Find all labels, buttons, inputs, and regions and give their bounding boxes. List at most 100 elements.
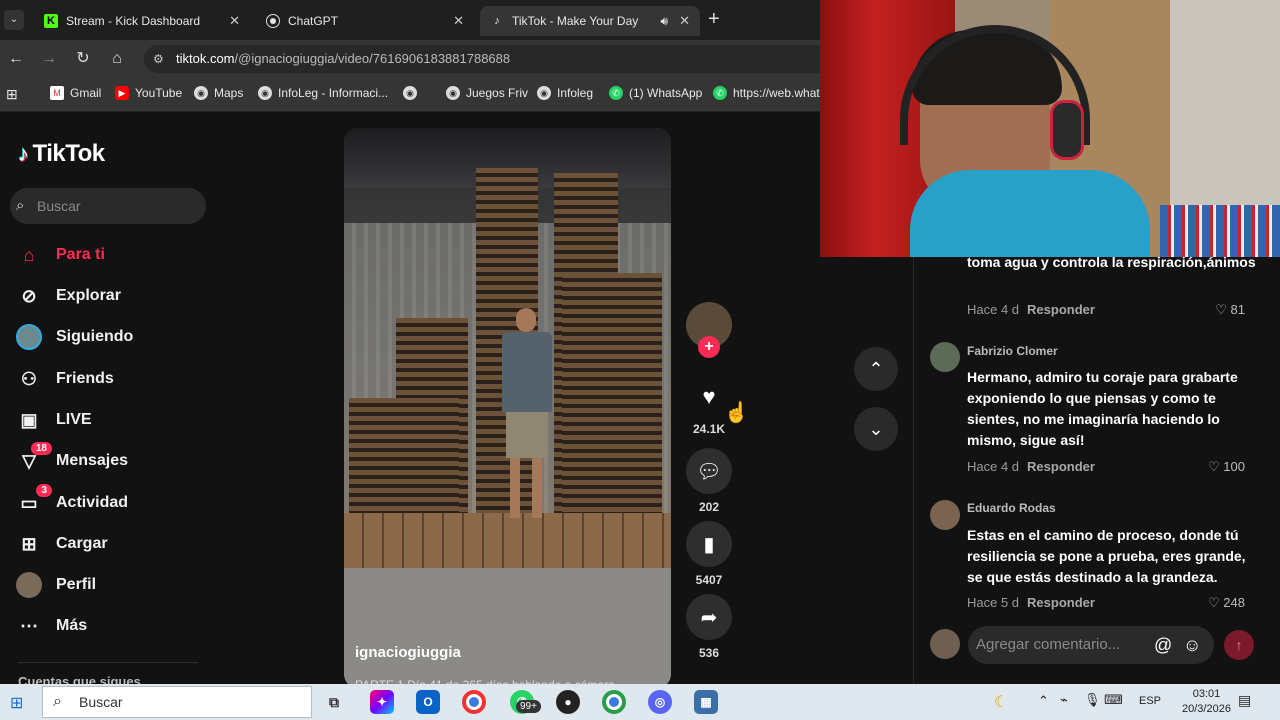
nav-cargar[interactable]: ⊞ Cargar (16, 529, 107, 559)
nav-friends[interactable]: ⚇ Friends (16, 364, 114, 394)
comment-icon[interactable]: 💬︎ (686, 448, 732, 494)
notification-icon[interactable]: ▤ (1238, 692, 1251, 709)
comment-likes[interactable]: ♡ 81 (1215, 302, 1245, 318)
follow-plus-icon[interactable]: + (698, 336, 720, 358)
nav-perfil[interactable]: Perfil (16, 570, 96, 600)
speaker-icon[interactable]: 🔊︎ (660, 14, 668, 29)
video-player[interactable]: ignaciogiuggia PARTE 1 Día 41 de 365 día… (344, 128, 671, 688)
app-icon[interactable]: ▦ (694, 690, 718, 714)
nav-siguiendo[interactable]: Siguiendo (16, 322, 133, 352)
share-icon[interactable]: ➦ (686, 594, 732, 640)
close-tab-icon[interactable]: ✕ (453, 13, 464, 29)
reply-button[interactable]: Responder (1027, 302, 1095, 317)
bookmark-whatsapp-web[interactable]: ✆ https://web.whats (713, 86, 826, 100)
home-icon: ⌂ (23, 244, 35, 265)
task-view-icon[interactable]: ⧉ (322, 690, 346, 714)
apps-grid-icon[interactable]: ⊞ (6, 86, 18, 103)
network-icon[interactable]: ⌁ (1060, 692, 1068, 708)
profile-avatar-icon (16, 572, 42, 598)
whatsapp-icon: ✆ (713, 86, 727, 100)
comment-input[interactable]: Agregar comentario... @ ☺ (968, 626, 1214, 664)
close-tab-icon[interactable]: ✕ (679, 13, 690, 29)
tiktok-logo[interactable]: ♪ TikTok (18, 140, 105, 168)
url-field[interactable]: ⚙ tiktok.com/@ignaciogiuggia/video/76169… (144, 45, 844, 73)
comment-meta: Hace 4 d Responder (967, 459, 1095, 474)
post-comment-button[interactable]: ↑ (1224, 630, 1254, 660)
heart-outline-icon: ♡ (1208, 459, 1220, 474)
outlook-icon[interactable]: O (416, 690, 440, 714)
streamer-shirt (910, 170, 1150, 257)
close-tab-icon[interactable]: ✕ (229, 13, 240, 29)
nav-actividad[interactable]: ▭ 3 Actividad (16, 484, 128, 518)
copilot-icon[interactable]: ✦ (370, 690, 394, 714)
nav-explorar[interactable]: ⊘ Explorar (16, 281, 120, 311)
back-icon[interactable]: ← (5, 48, 27, 70)
bookmark-gmail[interactable]: M Gmail (50, 86, 101, 100)
tab-chatgpt[interactable]: ✺ ChatGPT ✕ (256, 6, 474, 36)
kick-icon: K (44, 14, 58, 28)
gravel-ground (344, 568, 671, 688)
tiktok-icon: ♪ (494, 15, 500, 27)
bookmark-whatsapp[interactable]: ✆ (1) WhatsApp (609, 86, 702, 100)
emoji-icon[interactable]: ☺ (1183, 626, 1201, 664)
bookmark-infoleg-2[interactable]: ◉ Infoleg (537, 86, 593, 100)
previous-video-button[interactable]: ⌃ (854, 347, 898, 391)
discord-icon[interactable]: ◎ (648, 690, 672, 714)
language-indicator[interactable]: ESP (1139, 695, 1161, 707)
reply-button[interactable]: Responder (1027, 459, 1095, 474)
site-info-icon[interactable]: ⚙ (153, 45, 164, 73)
save-action[interactable]: ▮ 5407 (686, 521, 732, 587)
comment-likes[interactable]: ♡ 248 (1208, 595, 1245, 611)
mention-icon[interactable]: @ (1154, 626, 1172, 664)
home-icon[interactable]: ⌂ (106, 48, 128, 70)
chrome-icon[interactable] (462, 690, 486, 714)
microphone-icon[interactable]: 🎙︎ (1084, 692, 1101, 708)
tab-list-button[interactable]: ⌄ (4, 10, 24, 30)
bookmark-maps[interactable]: ◉ Maps (194, 86, 243, 100)
reply-button[interactable]: Responder (1027, 595, 1095, 610)
windows-start-icon[interactable]: ⊞ (10, 693, 23, 713)
nav-live[interactable]: ▣ LIVE (16, 405, 91, 435)
share-action[interactable]: ➦ 536 (686, 594, 732, 660)
keyboard-icon[interactable]: ⌨ (1104, 692, 1123, 708)
divider (18, 662, 198, 663)
new-tab-button[interactable]: + (708, 8, 720, 31)
chrome-profile-icon[interactable] (602, 690, 626, 714)
system-clock[interactable]: 03:01 20/3/2026 (1182, 687, 1231, 717)
nav-para-ti[interactable]: ⌂ Para ti (16, 240, 105, 270)
pallet-stack (562, 273, 662, 513)
messages-icon: ▽ 18 (16, 442, 52, 474)
commenter-avatar[interactable] (930, 500, 960, 530)
tray-chevron-icon[interactable]: ⌃ (1038, 693, 1049, 709)
search-input[interactable]: ⌕ Buscar (10, 188, 206, 224)
obs-icon[interactable]: ● (556, 690, 580, 714)
search-icon: ⌕ (16, 197, 25, 214)
commenter-name[interactable]: Fabrizio Clomer (967, 344, 1058, 358)
forward-icon[interactable]: → (38, 48, 60, 70)
video-username[interactable]: ignaciogiuggia (355, 644, 461, 661)
weather-moon-icon[interactable]: ☾ (994, 692, 1008, 712)
nav-mas[interactable]: ⋯ Más (16, 611, 87, 641)
comment-action[interactable]: 💬︎ 202 (686, 448, 732, 514)
next-video-button[interactable]: ⌄ (854, 407, 898, 451)
commenter-name[interactable]: Eduardo Rodas (967, 501, 1056, 515)
tab-tiktok[interactable]: ♪ TikTok - Make Your Day 🔊︎ ✕ (480, 6, 700, 36)
bookmark-globe[interactable]: ◉ (403, 86, 423, 100)
tab-kick[interactable]: K Stream - Kick Dashboard ✕ (34, 6, 250, 36)
my-avatar (930, 629, 960, 659)
reload-icon[interactable]: ↻ (72, 48, 94, 70)
comment-likes[interactable]: ♡ 100 (1208, 459, 1245, 475)
friends-icon: ⚇ (20, 368, 38, 389)
creator-avatar-action[interactable]: + (686, 302, 732, 358)
nav-mensajes[interactable]: ▽ 18 Mensajes (16, 442, 128, 476)
bookmark-juegos-friv[interactable]: ◉ Juegos Friv (446, 86, 528, 100)
commenter-avatar[interactable] (930, 342, 960, 372)
bookmark-infoleg[interactable]: ◉ InfoLeg - Informaci... (258, 86, 388, 100)
bookmark-youtube[interactable]: ▶ YouTube (115, 86, 182, 100)
globe-icon: ◉ (194, 86, 208, 100)
comment-count: 202 (698, 500, 720, 514)
taskbar-search[interactable]: ⌕ Buscar (42, 686, 312, 718)
bookmark-icon[interactable]: ▮ (686, 521, 732, 567)
blanket (1160, 205, 1280, 257)
save-count: 5407 (695, 573, 723, 587)
